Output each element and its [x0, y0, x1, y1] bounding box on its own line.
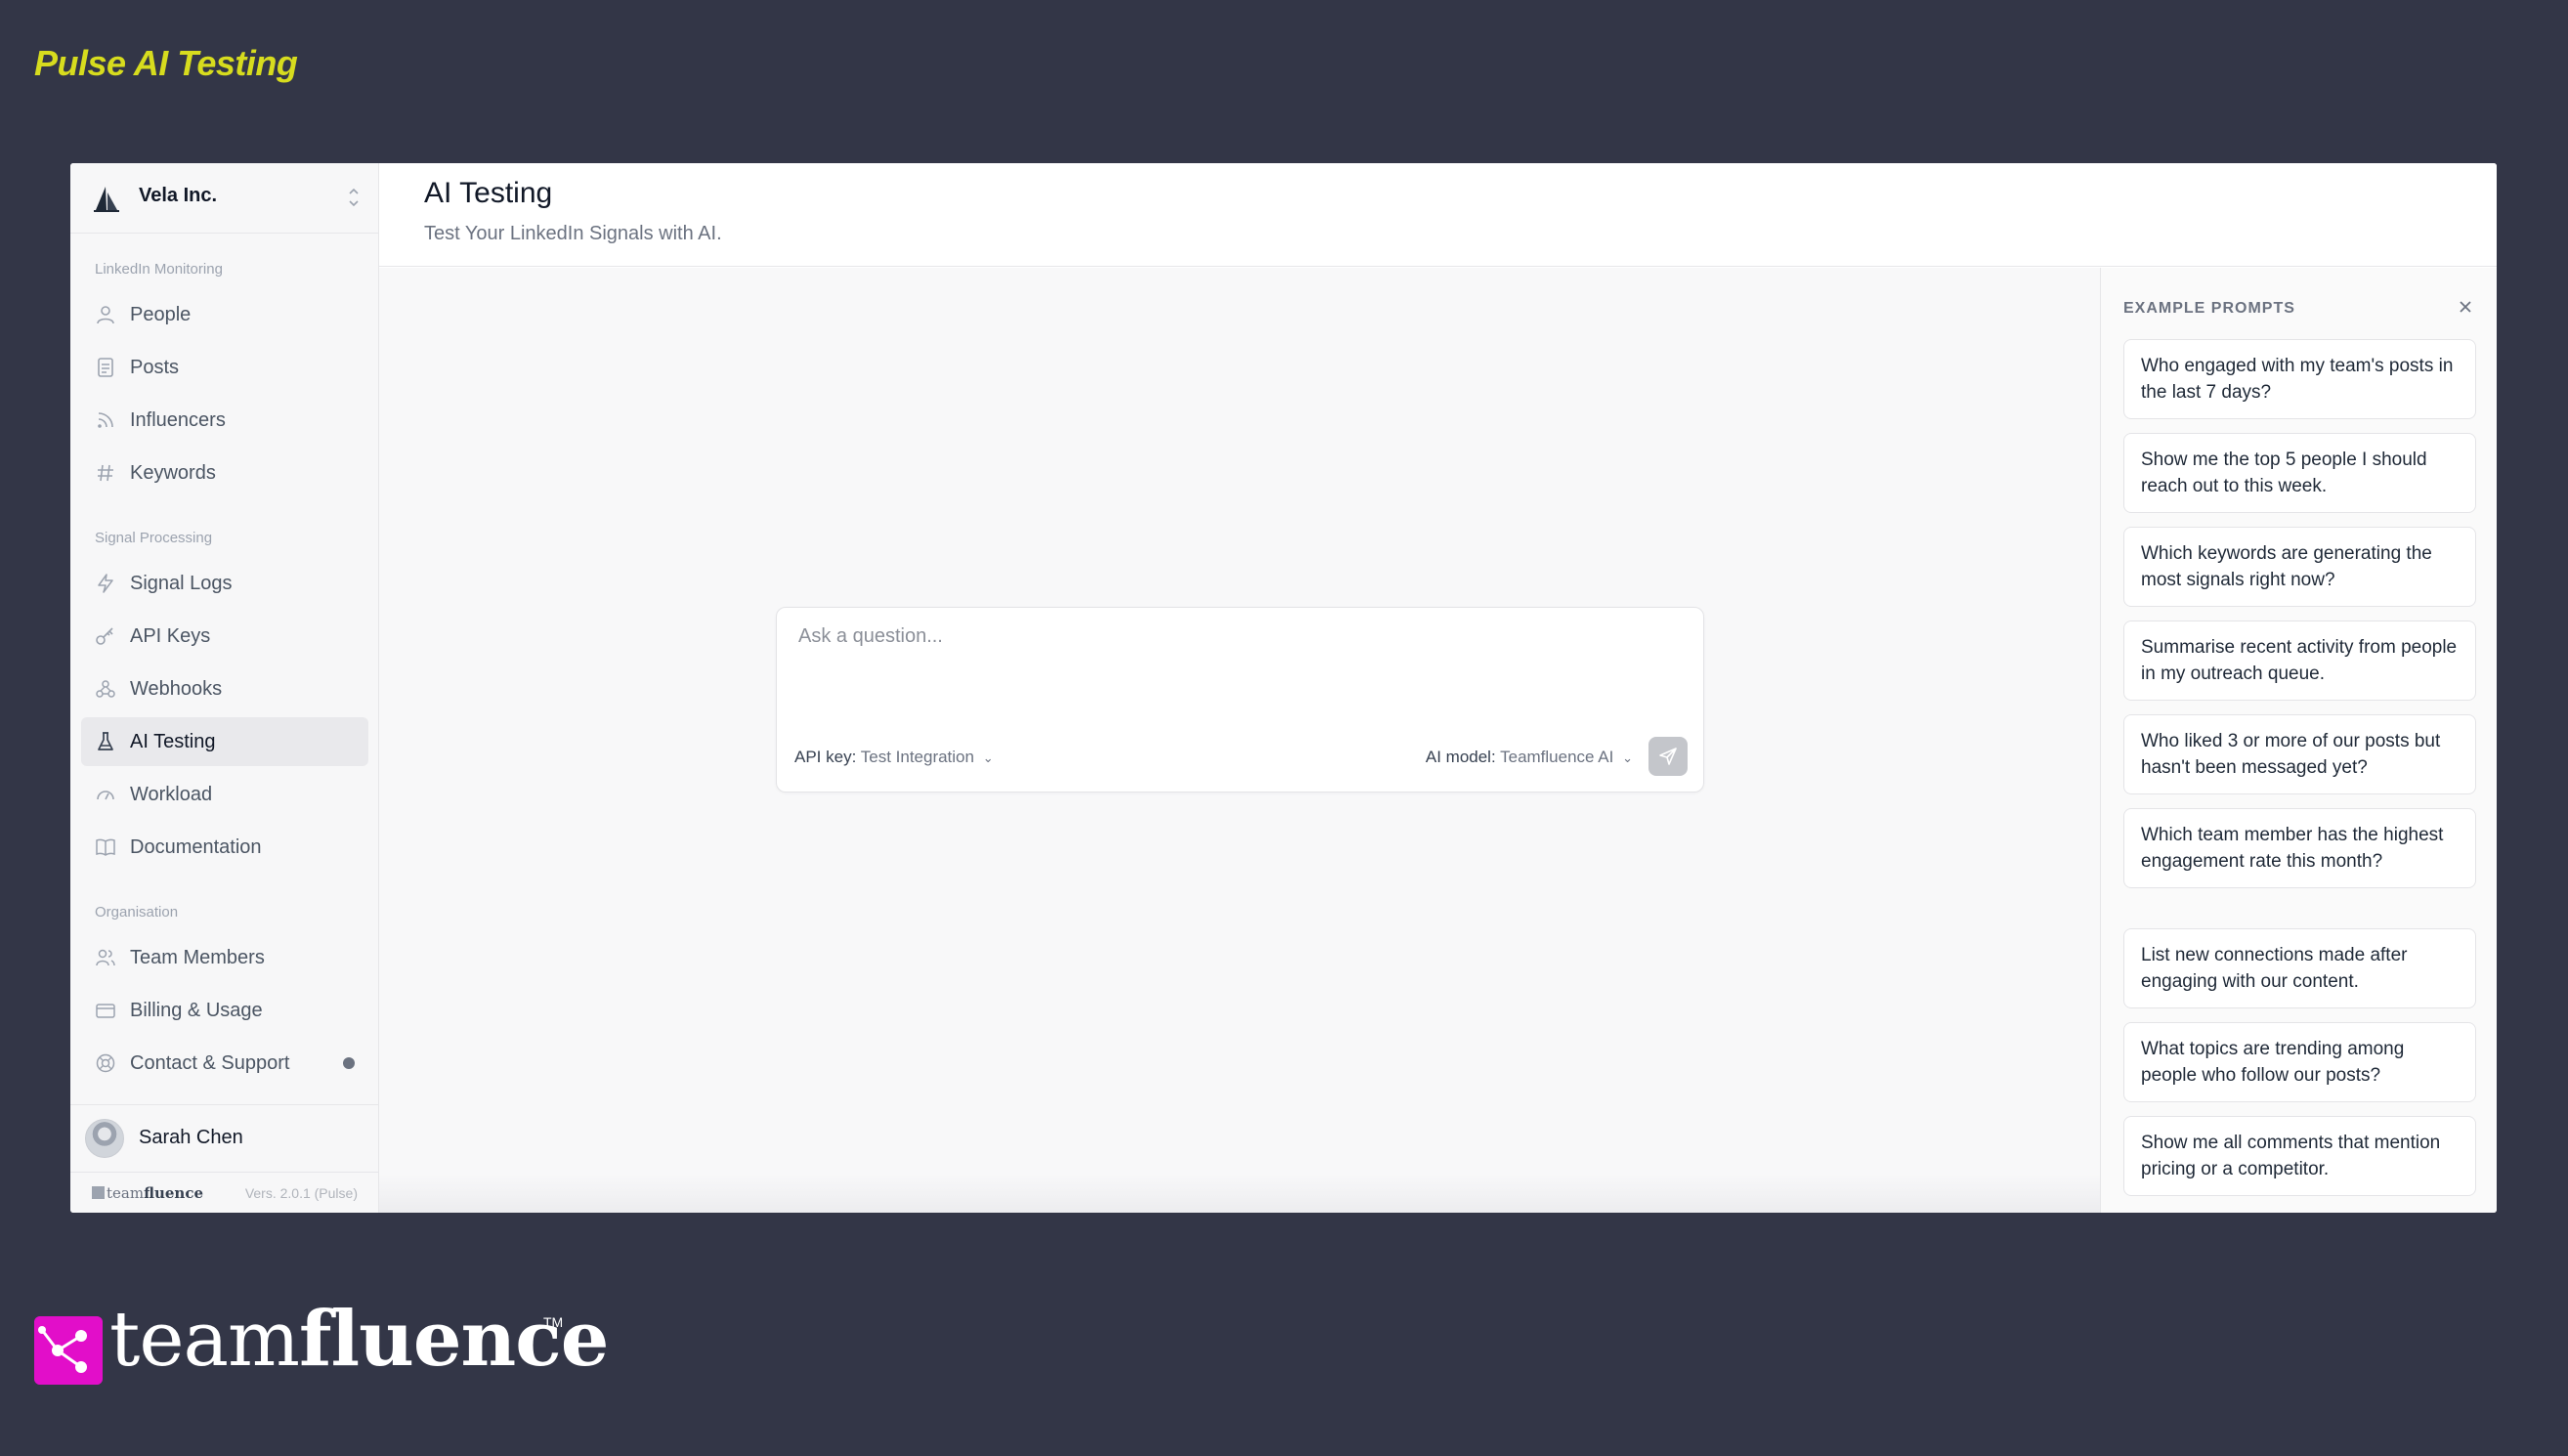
sidebar-item-label: Influencers — [130, 408, 226, 431]
prompts-title: EXAMPLE PROMPTS — [2123, 300, 2295, 317]
version-label: Vers. 2.0.1 (Pulse) — [244, 1185, 358, 1201]
person-icon — [97, 306, 114, 324]
credit-card-icon — [96, 1004, 115, 1018]
prompt-card[interactable]: Which keywords are generating the most s… — [2123, 527, 2476, 607]
notification-dot — [343, 1057, 355, 1069]
prompt-card[interactable]: Who liked 3 or more of our posts but has… — [2123, 714, 2476, 794]
page-title: AI Testing — [424, 177, 553, 209]
sidebar-item-influencers[interactable]: Influencers — [81, 396, 368, 445]
sidebar-item-label: Documentation — [130, 835, 262, 858]
sidebar-item-label: API Keys — [130, 624, 211, 647]
prompt-card[interactable]: Which team member has the highest engage… — [2123, 808, 2476, 888]
main-header: AI Testing Test Your LinkedIn Signals wi… — [379, 163, 2497, 267]
brand-wordmark-bold: fluence — [298, 1295, 609, 1384]
api-key-label: API key: — [794, 748, 857, 766]
sidebar-item-label: Keywords — [130, 461, 216, 484]
api-key-value: Test Integration — [860, 748, 974, 766]
sidebar-item-posts[interactable]: Posts — [81, 343, 368, 392]
trademark-symbol: TM — [543, 1314, 564, 1330]
send-button[interactable] — [1648, 737, 1688, 776]
ai-model-select[interactable]: AI model: Teamfluence AI ⌄ — [1426, 748, 1633, 767]
prompt-card[interactable]: Show me the top 5 people I should reach … — [2123, 433, 2476, 513]
lightning-icon — [98, 574, 113, 593]
teamfluence-logo-icon — [34, 1316, 103, 1385]
user-name: Sarah Chen — [139, 1127, 243, 1148]
footer-brand-bold: fluence — [144, 1184, 204, 1202]
hash-icon — [98, 464, 113, 482]
sidebar-item-label: People — [130, 303, 192, 325]
sidebar-item-api-keys[interactable]: API Keys — [81, 612, 368, 661]
document-icon — [98, 358, 113, 377]
footer-brand-logo: teamfluence — [92, 1184, 203, 1202]
send-icon — [1659, 748, 1677, 765]
chevron-up-down-icon — [349, 188, 359, 207]
nav-section-linkedin-monitoring: LinkedIn Monitoring — [95, 261, 223, 278]
key-icon — [96, 627, 113, 645]
chevron-down-icon: ⌄ — [1622, 750, 1633, 765]
gauge-icon — [97, 791, 114, 800]
brand-mark-icon — [92, 1186, 105, 1199]
prompt-card[interactable]: What topics are trending among people wh… — [2123, 1022, 2476, 1102]
webhook-icon — [96, 680, 115, 698]
sidebar-item-workload[interactable]: Workload — [81, 770, 368, 819]
sidebar-item-label: Workload — [130, 783, 213, 805]
flask-icon — [98, 732, 113, 750]
sidebar-item-label: AI Testing — [130, 730, 216, 752]
page-heading: Pulse AI Testing — [34, 43, 298, 83]
lifebuoy-icon — [96, 1053, 115, 1073]
sidebar-item-documentation[interactable]: Documentation — [81, 823, 368, 872]
org-switcher[interactable]: Vela Inc. — [70, 163, 379, 234]
org-name: Vela Inc. — [139, 185, 218, 206]
fade-overlay — [379, 1174, 2100, 1213]
main-content: AI Testing Test Your LinkedIn Signals wi… — [379, 163, 2497, 1213]
org-logo-icon — [94, 187, 119, 212]
chat-composer: API key: Test Integration ⌄ AI model: Te… — [776, 607, 1704, 792]
page-subtitle: Test Your LinkedIn Signals with AI. — [424, 223, 722, 244]
brand-wordmark-light: team — [109, 1296, 300, 1384]
prompt-card[interactable]: Summarise recent activity from people in… — [2123, 621, 2476, 701]
sidebar-item-contact-support[interactable]: Contact & Support — [81, 1039, 368, 1088]
ai-model-label: AI model: — [1425, 748, 1496, 766]
book-icon — [96, 838, 115, 856]
sidebar-item-team-members[interactable]: Team Members — [81, 933, 368, 982]
sidebar-item-ai-testing[interactable]: AI Testing — [81, 717, 368, 766]
sidebar-item-label: Webhooks — [130, 677, 223, 700]
sidebar-item-signal-logs[interactable]: Signal Logs — [81, 559, 368, 608]
rss-icon — [98, 412, 113, 428]
question-input[interactable] — [798, 625, 1678, 713]
avatar — [85, 1119, 124, 1158]
sidebar-item-label: Team Members — [130, 946, 265, 968]
sidebar-item-label: Posts — [130, 356, 180, 378]
sidebar-item-people[interactable]: People — [81, 290, 368, 339]
sidebar-footer: teamfluence Vers. 2.0.1 (Pulse) — [70, 1173, 379, 1213]
sidebar-item-label: Contact & Support — [130, 1051, 290, 1074]
nav-section-signal-processing: Signal Processing — [95, 530, 213, 546]
app-window: Vela Inc. LinkedIn Monitoring People Pos… — [70, 163, 2497, 1213]
api-key-select[interactable]: API key: Test Integration ⌄ — [794, 748, 994, 767]
prompt-card[interactable]: Who engaged with my team's posts in the … — [2123, 339, 2476, 419]
ai-model-value: Teamfluence AI — [1500, 748, 1614, 766]
footer-brand-light: team — [107, 1184, 145, 1202]
user-menu[interactable]: Sarah Chen — [70, 1104, 379, 1173]
chat-area: API key: Test Integration ⌄ AI model: Te… — [379, 268, 2100, 1213]
close-icon[interactable] — [2456, 297, 2475, 317]
prompt-card[interactable]: Show me all comments that mention pricin… — [2123, 1116, 2476, 1196]
sidebar: Vela Inc. LinkedIn Monitoring People Pos… — [70, 163, 379, 1213]
chevron-down-icon: ⌄ — [982, 750, 994, 765]
brand-wordmark: teamfluence — [109, 1295, 609, 1384]
nav-section-organisation: Organisation — [95, 904, 179, 921]
sidebar-item-webhooks[interactable]: Webhooks — [81, 664, 368, 713]
sidebar-item-keywords[interactable]: Keywords — [81, 449, 368, 497]
sidebar-item-label: Signal Logs — [130, 572, 233, 594]
sidebar-item-label: Billing & Usage — [130, 999, 263, 1021]
prompt-card[interactable]: List new connections made after engaging… — [2123, 928, 2476, 1008]
sidebar-item-billing-usage[interactable]: Billing & Usage — [81, 986, 368, 1035]
example-prompts-panel: EXAMPLE PROMPTS Who engaged with my team… — [2100, 268, 2497, 1213]
users-icon — [96, 949, 115, 966]
